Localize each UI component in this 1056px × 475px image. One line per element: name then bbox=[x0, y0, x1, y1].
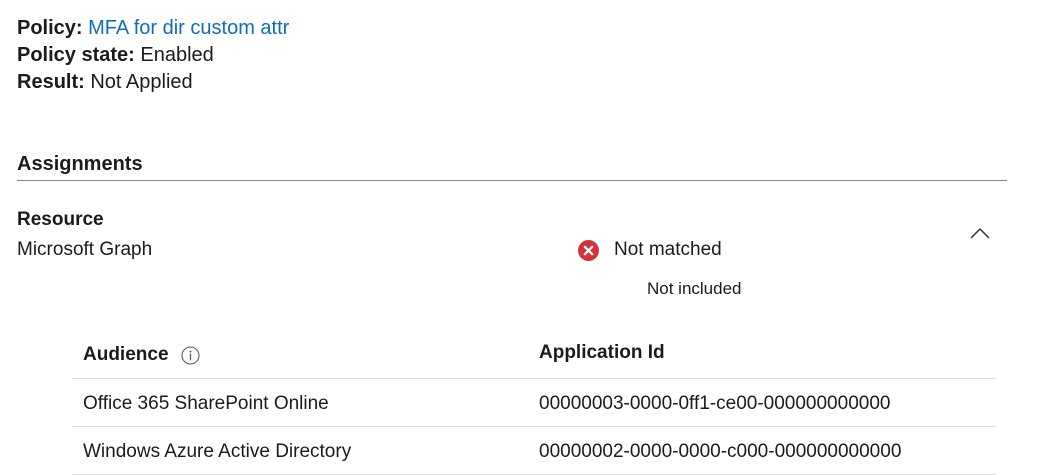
resource-value: Microsoft Graph bbox=[17, 239, 153, 260]
audience-table: Audience Application Id Office 365 Share… bbox=[72, 330, 996, 475]
assignments-heading: Assignments bbox=[17, 153, 143, 175]
policy-state-line: Policy state: Enabled bbox=[17, 42, 289, 69]
chevron-up-icon bbox=[970, 226, 990, 244]
policy-name-label: Policy: bbox=[17, 17, 83, 39]
cell-application-id: 00000003-0000-0ff1-ce00-000000000000 bbox=[539, 393, 891, 414]
table-header-row: Audience Application Id bbox=[72, 330, 996, 379]
column-header-audience: Audience bbox=[83, 342, 200, 368]
policy-result-value: Not Applied bbox=[90, 71, 193, 93]
assignments-divider bbox=[17, 180, 1007, 181]
resource-match-status: Not matched bbox=[578, 237, 722, 263]
policy-state-value: Enabled bbox=[140, 44, 214, 66]
resource-heading: Resource bbox=[17, 209, 104, 230]
policy-result-line: Result: Not Applied bbox=[17, 69, 289, 96]
policy-state-label: Policy state: bbox=[17, 44, 135, 66]
cell-audience: Windows Azure Active Directory bbox=[83, 441, 352, 462]
policy-name-line: Policy: MFA for dir custom attr bbox=[17, 15, 289, 42]
table-row: Windows Azure Active Directory 00000002-… bbox=[72, 427, 996, 475]
cell-audience: Office 365 SharePoint Online bbox=[83, 393, 329, 414]
collapse-toggle-button[interactable] bbox=[966, 221, 994, 249]
info-icon[interactable] bbox=[180, 345, 200, 365]
policy-result-label: Result: bbox=[17, 71, 85, 93]
table-row: Office 365 SharePoint Online 00000003-00… bbox=[72, 379, 996, 427]
status-text: Not matched bbox=[614, 239, 722, 260]
policy-name-link[interactable]: MFA for dir custom attr bbox=[88, 17, 289, 39]
column-header-audience-label: Audience bbox=[83, 344, 169, 365]
policy-summary: Policy: MFA for dir custom attr Policy s… bbox=[17, 15, 289, 96]
status-detail: Not included bbox=[647, 279, 742, 298]
error-circle-icon bbox=[578, 239, 599, 261]
cell-application-id: 00000002-0000-0000-c000-000000000000 bbox=[539, 441, 902, 462]
column-header-application-id: Application Id bbox=[539, 342, 665, 363]
